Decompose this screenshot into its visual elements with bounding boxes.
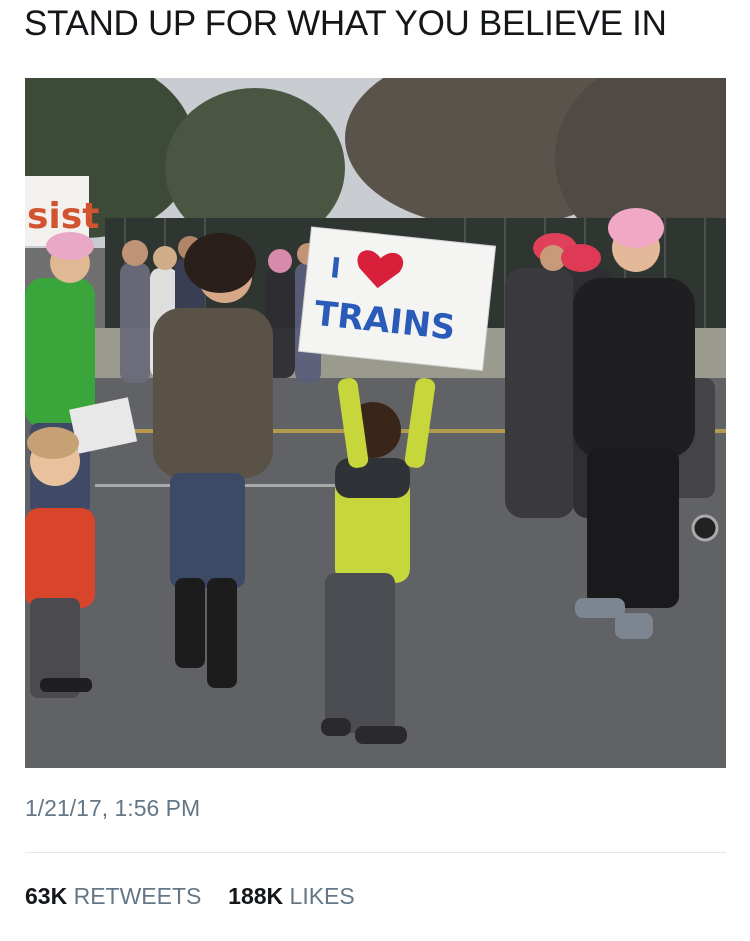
tweet-text: STAND UP FOR WHAT YOU BELIEVE IN: [24, 4, 667, 43]
retweets-stat[interactable]: 63K RETWEETS: [25, 883, 208, 909]
tweet-timestamp[interactable]: 1/21/17, 1:56 PM: [25, 794, 200, 822]
likes-label: LIKES: [289, 883, 355, 909]
tweet-stats: 63K RETWEETS 188K LIKES: [25, 882, 355, 910]
tweet-detail: STAND UP FOR WHAT YOU BELIEVE IN sist I …: [0, 0, 750, 941]
divider: [25, 852, 726, 853]
likes-stat[interactable]: 188K LIKES: [228, 883, 355, 909]
background-sign-text: sist: [27, 196, 99, 237]
photo-illustration: sist I TRAINS: [25, 78, 726, 768]
retweets-count: 63K: [25, 883, 68, 909]
likes-count: 188K: [228, 883, 284, 909]
retweets-label: RETWEETS: [73, 883, 202, 909]
tweet-photo[interactable]: sist I TRAINS: [25, 78, 726, 768]
